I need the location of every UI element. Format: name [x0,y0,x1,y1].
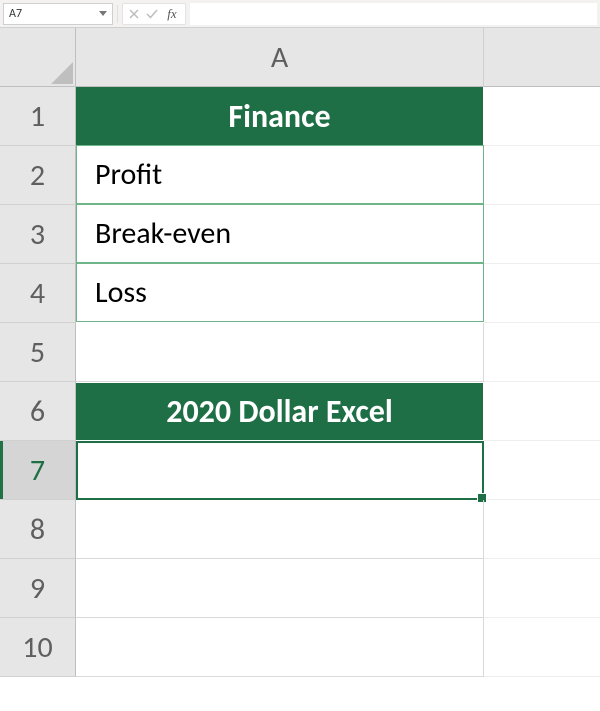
name-box-value: A7 [9,7,22,21]
fx-icon[interactable]: fx [161,5,183,23]
column-header-area [484,28,600,87]
row-header-8[interactable]: 8 [0,500,76,559]
cell-blank[interactable] [484,441,600,500]
row-header-10[interactable]: 10 [0,618,76,677]
row-header-2[interactable]: 2 [0,146,76,205]
name-box[interactable]: A7 [3,3,113,25]
column-header-A[interactable]: A [76,28,484,87]
formula-input[interactable] [190,3,597,25]
row-header-4[interactable]: 4 [0,264,76,323]
formula-button-group: fx [122,3,186,25]
cell-blank[interactable] [484,382,600,441]
row-4: 4 Loss [0,264,600,323]
row-header-3[interactable]: 3 [0,205,76,264]
separator [117,5,118,23]
cell-A8[interactable] [76,500,484,559]
cell-blank[interactable] [484,323,600,382]
row-header-5[interactable]: 5 [0,323,76,382]
row-header-7[interactable]: 7 [0,441,76,500]
row-10: 10 [0,618,600,677]
cell-blank[interactable] [484,146,600,205]
row-header-1[interactable]: 1 [0,87,76,146]
formula-bar: A7 fx [0,0,600,28]
row-3: 3 Break-even [0,205,600,264]
row-header-6[interactable]: 6 [0,382,76,441]
cell-blank[interactable] [484,559,600,618]
row-header-9[interactable]: 9 [0,559,76,618]
row-2: 2 Profit [0,146,600,205]
cell-A10[interactable] [76,618,484,677]
check-icon[interactable] [143,5,161,23]
cell-blank[interactable] [484,87,600,146]
cell-blank[interactable] [484,618,600,677]
row-7: 7 [0,441,600,500]
row-5: 5 [0,323,600,382]
chevron-down-icon [99,11,107,16]
cell-A3[interactable]: Break-even [76,204,484,263]
cell-A2[interactable]: Profit [76,145,484,204]
row-1: 1 Finance [0,87,600,146]
cell-A5[interactable] [76,323,484,382]
cell-A4[interactable]: Loss [76,263,484,322]
row-8: 8 [0,500,600,559]
cancel-icon[interactable] [125,5,143,23]
cell-A9[interactable] [76,559,484,618]
select-all-corner[interactable] [0,28,76,87]
cell-blank[interactable] [484,264,600,323]
row-6: 6 2020 Dollar Excel [0,382,600,441]
cell-A7[interactable] [76,441,484,500]
cell-A6[interactable]: 2020 Dollar Excel [76,382,484,441]
cell-A1[interactable]: Finance [76,87,484,146]
cell-blank[interactable] [484,205,600,264]
cell-blank[interactable] [484,500,600,559]
row-9: 9 [0,559,600,618]
